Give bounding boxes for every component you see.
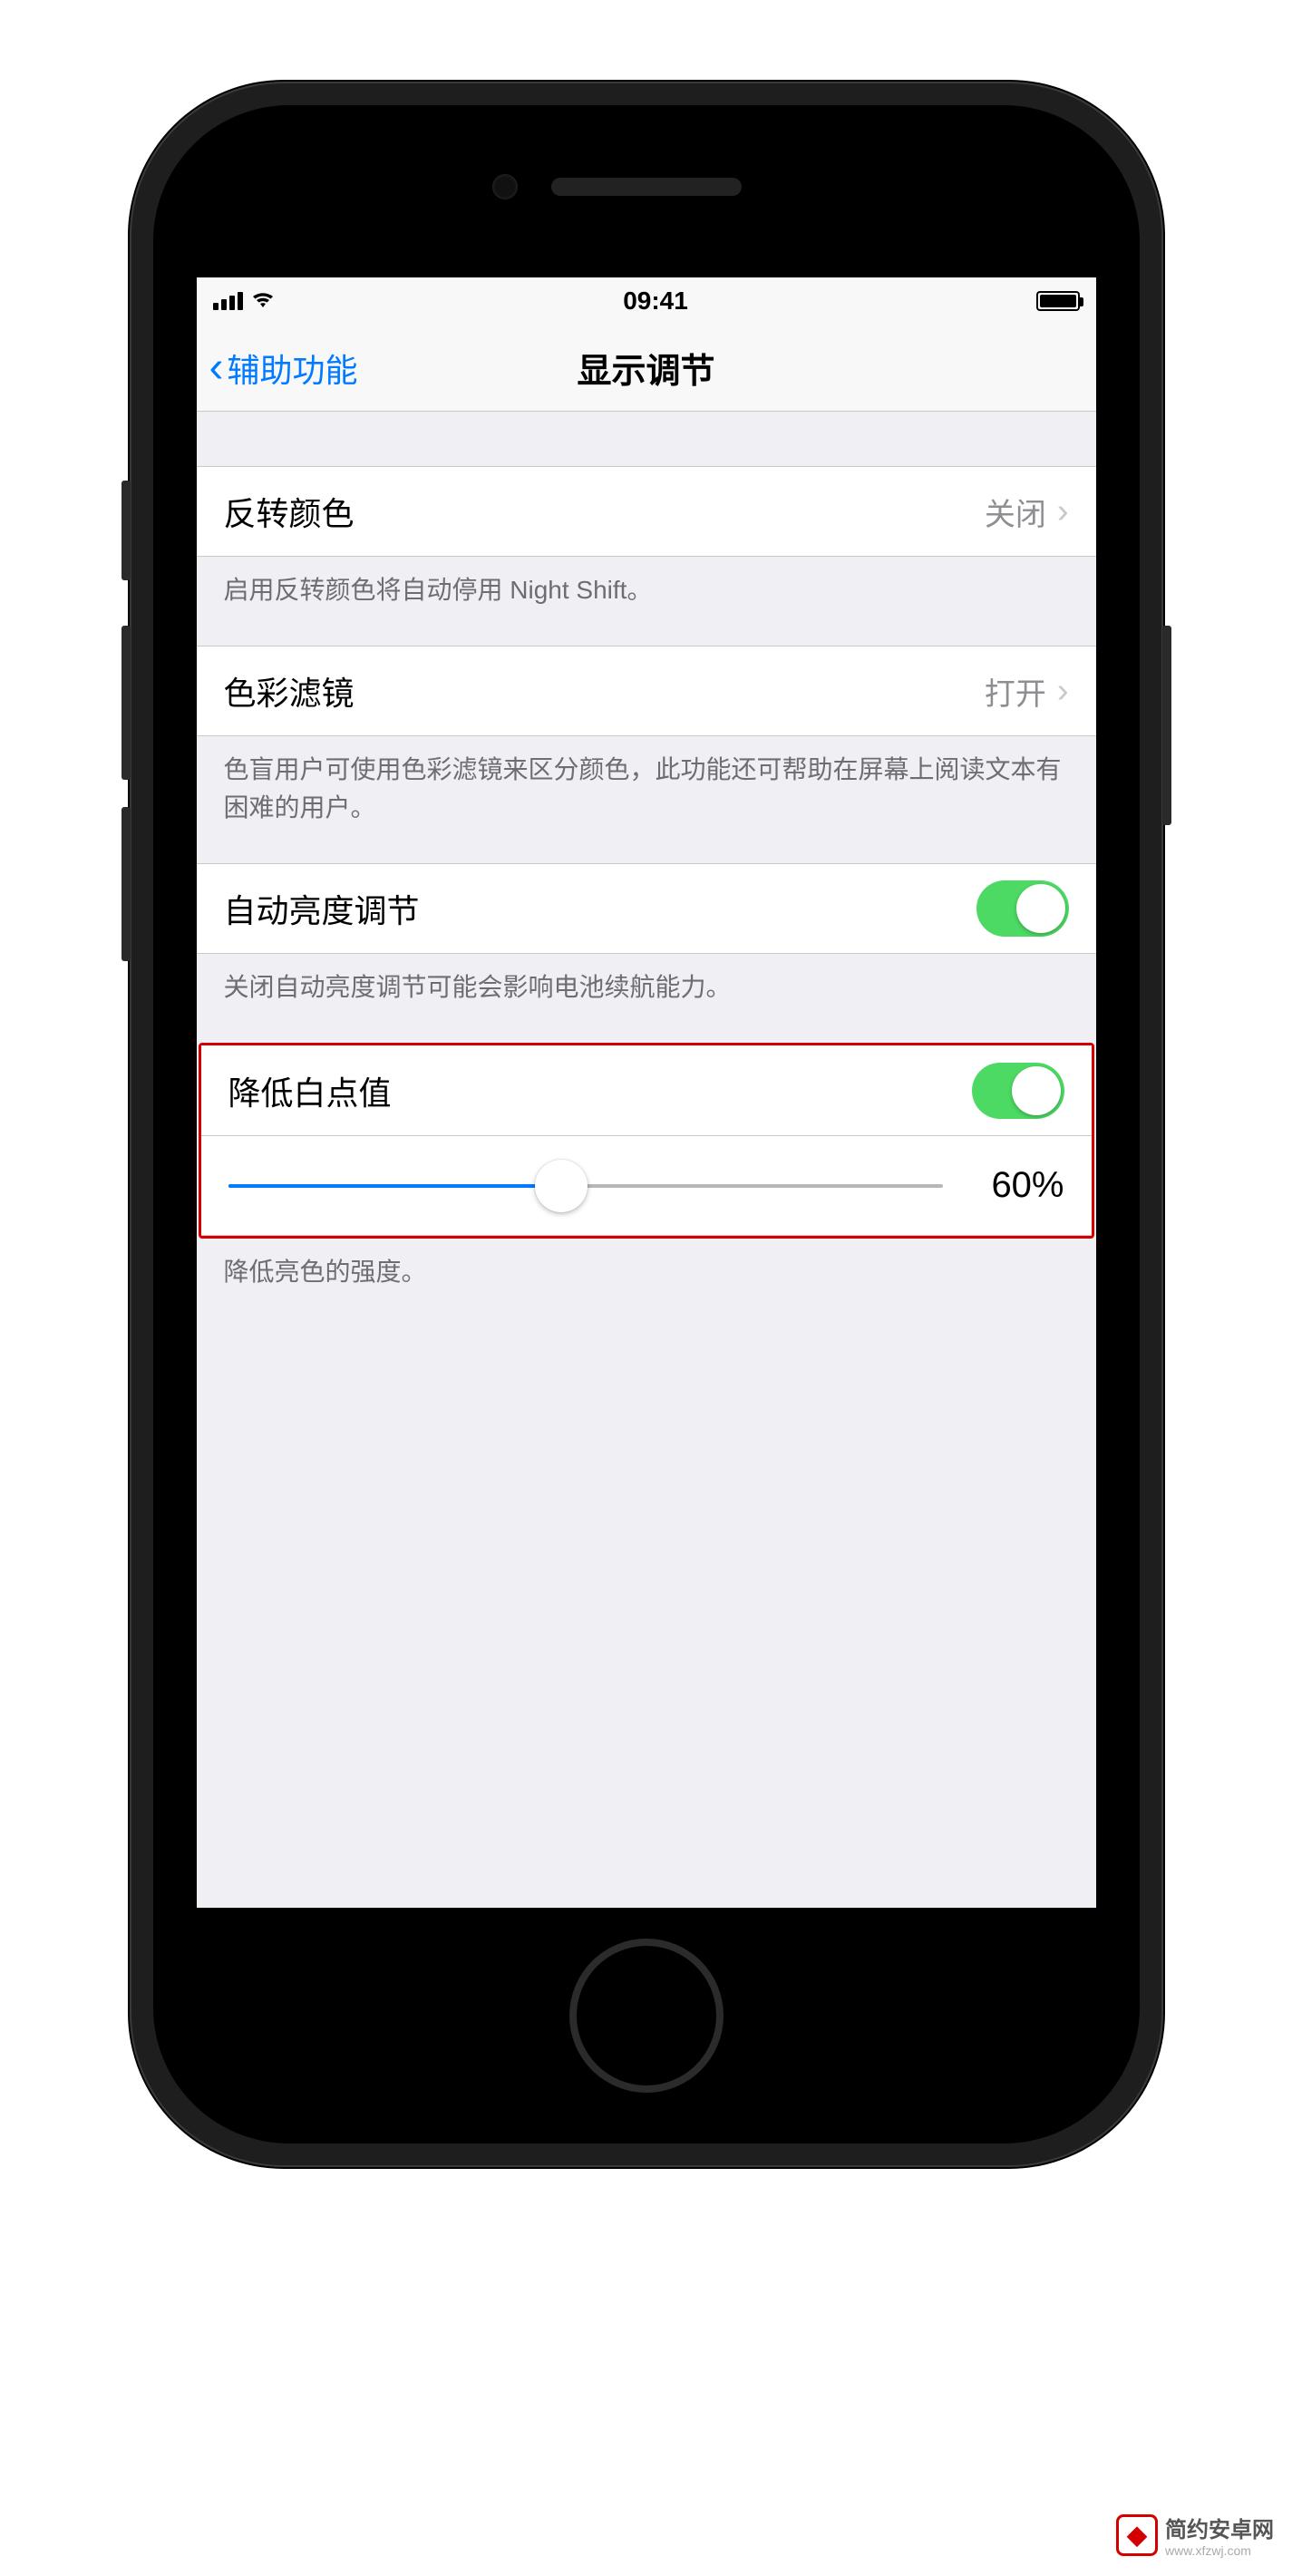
screen: 09:41 ‹ 辅助功能 显示调节 反转颜色 关闭 › 启用反转 <box>197 277 1096 1908</box>
row-footer: 启用反转颜色将自动停用 Night Shift。 <box>197 557 1096 646</box>
watermark-logo-icon: ◆ <box>1116 2514 1158 2556</box>
status-time: 09:41 <box>276 287 1036 316</box>
watermark-sub: www.xfzwj.com <box>1165 2543 1274 2558</box>
row-value: 关闭 <box>985 490 1046 534</box>
chevron-right-icon: › <box>1057 492 1069 531</box>
watermark: ◆ 简约安卓网 www.xfzwj.com <box>1116 2512 1274 2558</box>
row-value: 打开 <box>985 669 1046 714</box>
row-footer: 色盲用户可使用色彩滤镜来区分颜色，此功能还可帮助在屏幕上阅读文本有困难的用户。 <box>197 736 1096 863</box>
slider-value: 60% <box>965 1165 1064 1206</box>
phone-frame: 09:41 ‹ 辅助功能 显示调节 反转颜色 关闭 › 启用反转 <box>130 82 1163 2167</box>
volume-down-button <box>121 807 131 961</box>
slider-thumb[interactable] <box>535 1160 588 1212</box>
nav-bar: ‹ 辅助功能 显示调节 <box>197 325 1096 412</box>
phone-bezel: 09:41 ‹ 辅助功能 显示调节 反转颜色 关闭 › 启用反转 <box>153 105 1140 2143</box>
watermark-text: 简约安卓网 <box>1165 2518 1274 2542</box>
volume-up-button <box>121 626 131 780</box>
front-camera <box>492 174 518 199</box>
row-color-filter[interactable]: 色彩滤镜 打开 › <box>197 646 1096 736</box>
power-button <box>1162 626 1171 825</box>
home-button[interactable] <box>569 1939 724 2093</box>
row-reduce-white-point: 降低白点值 <box>201 1045 1092 1136</box>
reduce-white-point-toggle[interactable] <box>972 1063 1064 1119</box>
chevron-right-icon: › <box>1057 672 1069 711</box>
back-button[interactable]: ‹ 辅助功能 <box>209 345 358 392</box>
auto-brightness-toggle[interactable] <box>976 880 1069 937</box>
white-point-slider[interactable] <box>228 1184 943 1188</box>
highlighted-group: 降低白点值 60% <box>199 1043 1094 1239</box>
wifi-icon <box>250 287 276 316</box>
row-label: 色彩滤镜 <box>224 667 355 714</box>
back-label: 辅助功能 <box>227 345 357 392</box>
settings-list: 反转颜色 关闭 › 启用反转颜色将自动停用 Night Shift。 色彩滤镜 … <box>197 412 1096 1327</box>
row-label: 降低白点值 <box>228 1067 392 1114</box>
row-auto-brightness: 自动亮度调节 <box>197 863 1096 954</box>
row-label: 反转颜色 <box>224 488 355 535</box>
status-bar: 09:41 <box>197 277 1096 325</box>
row-white-point-slider: 60% <box>201 1136 1092 1236</box>
row-invert-colors[interactable]: 反转颜色 关闭 › <box>197 466 1096 557</box>
battery-icon <box>1036 291 1080 311</box>
row-footer: 降低亮色的强度。 <box>197 1239 1096 1327</box>
chevron-left-icon: ‹ <box>209 346 224 390</box>
row-footer: 关闭自动亮度调节可能会影响电池续航能力。 <box>197 954 1096 1043</box>
row-label: 自动亮度调节 <box>224 885 420 932</box>
earpiece-speaker <box>551 178 742 196</box>
mute-switch <box>121 481 131 580</box>
cellular-signal-icon <box>213 292 243 310</box>
